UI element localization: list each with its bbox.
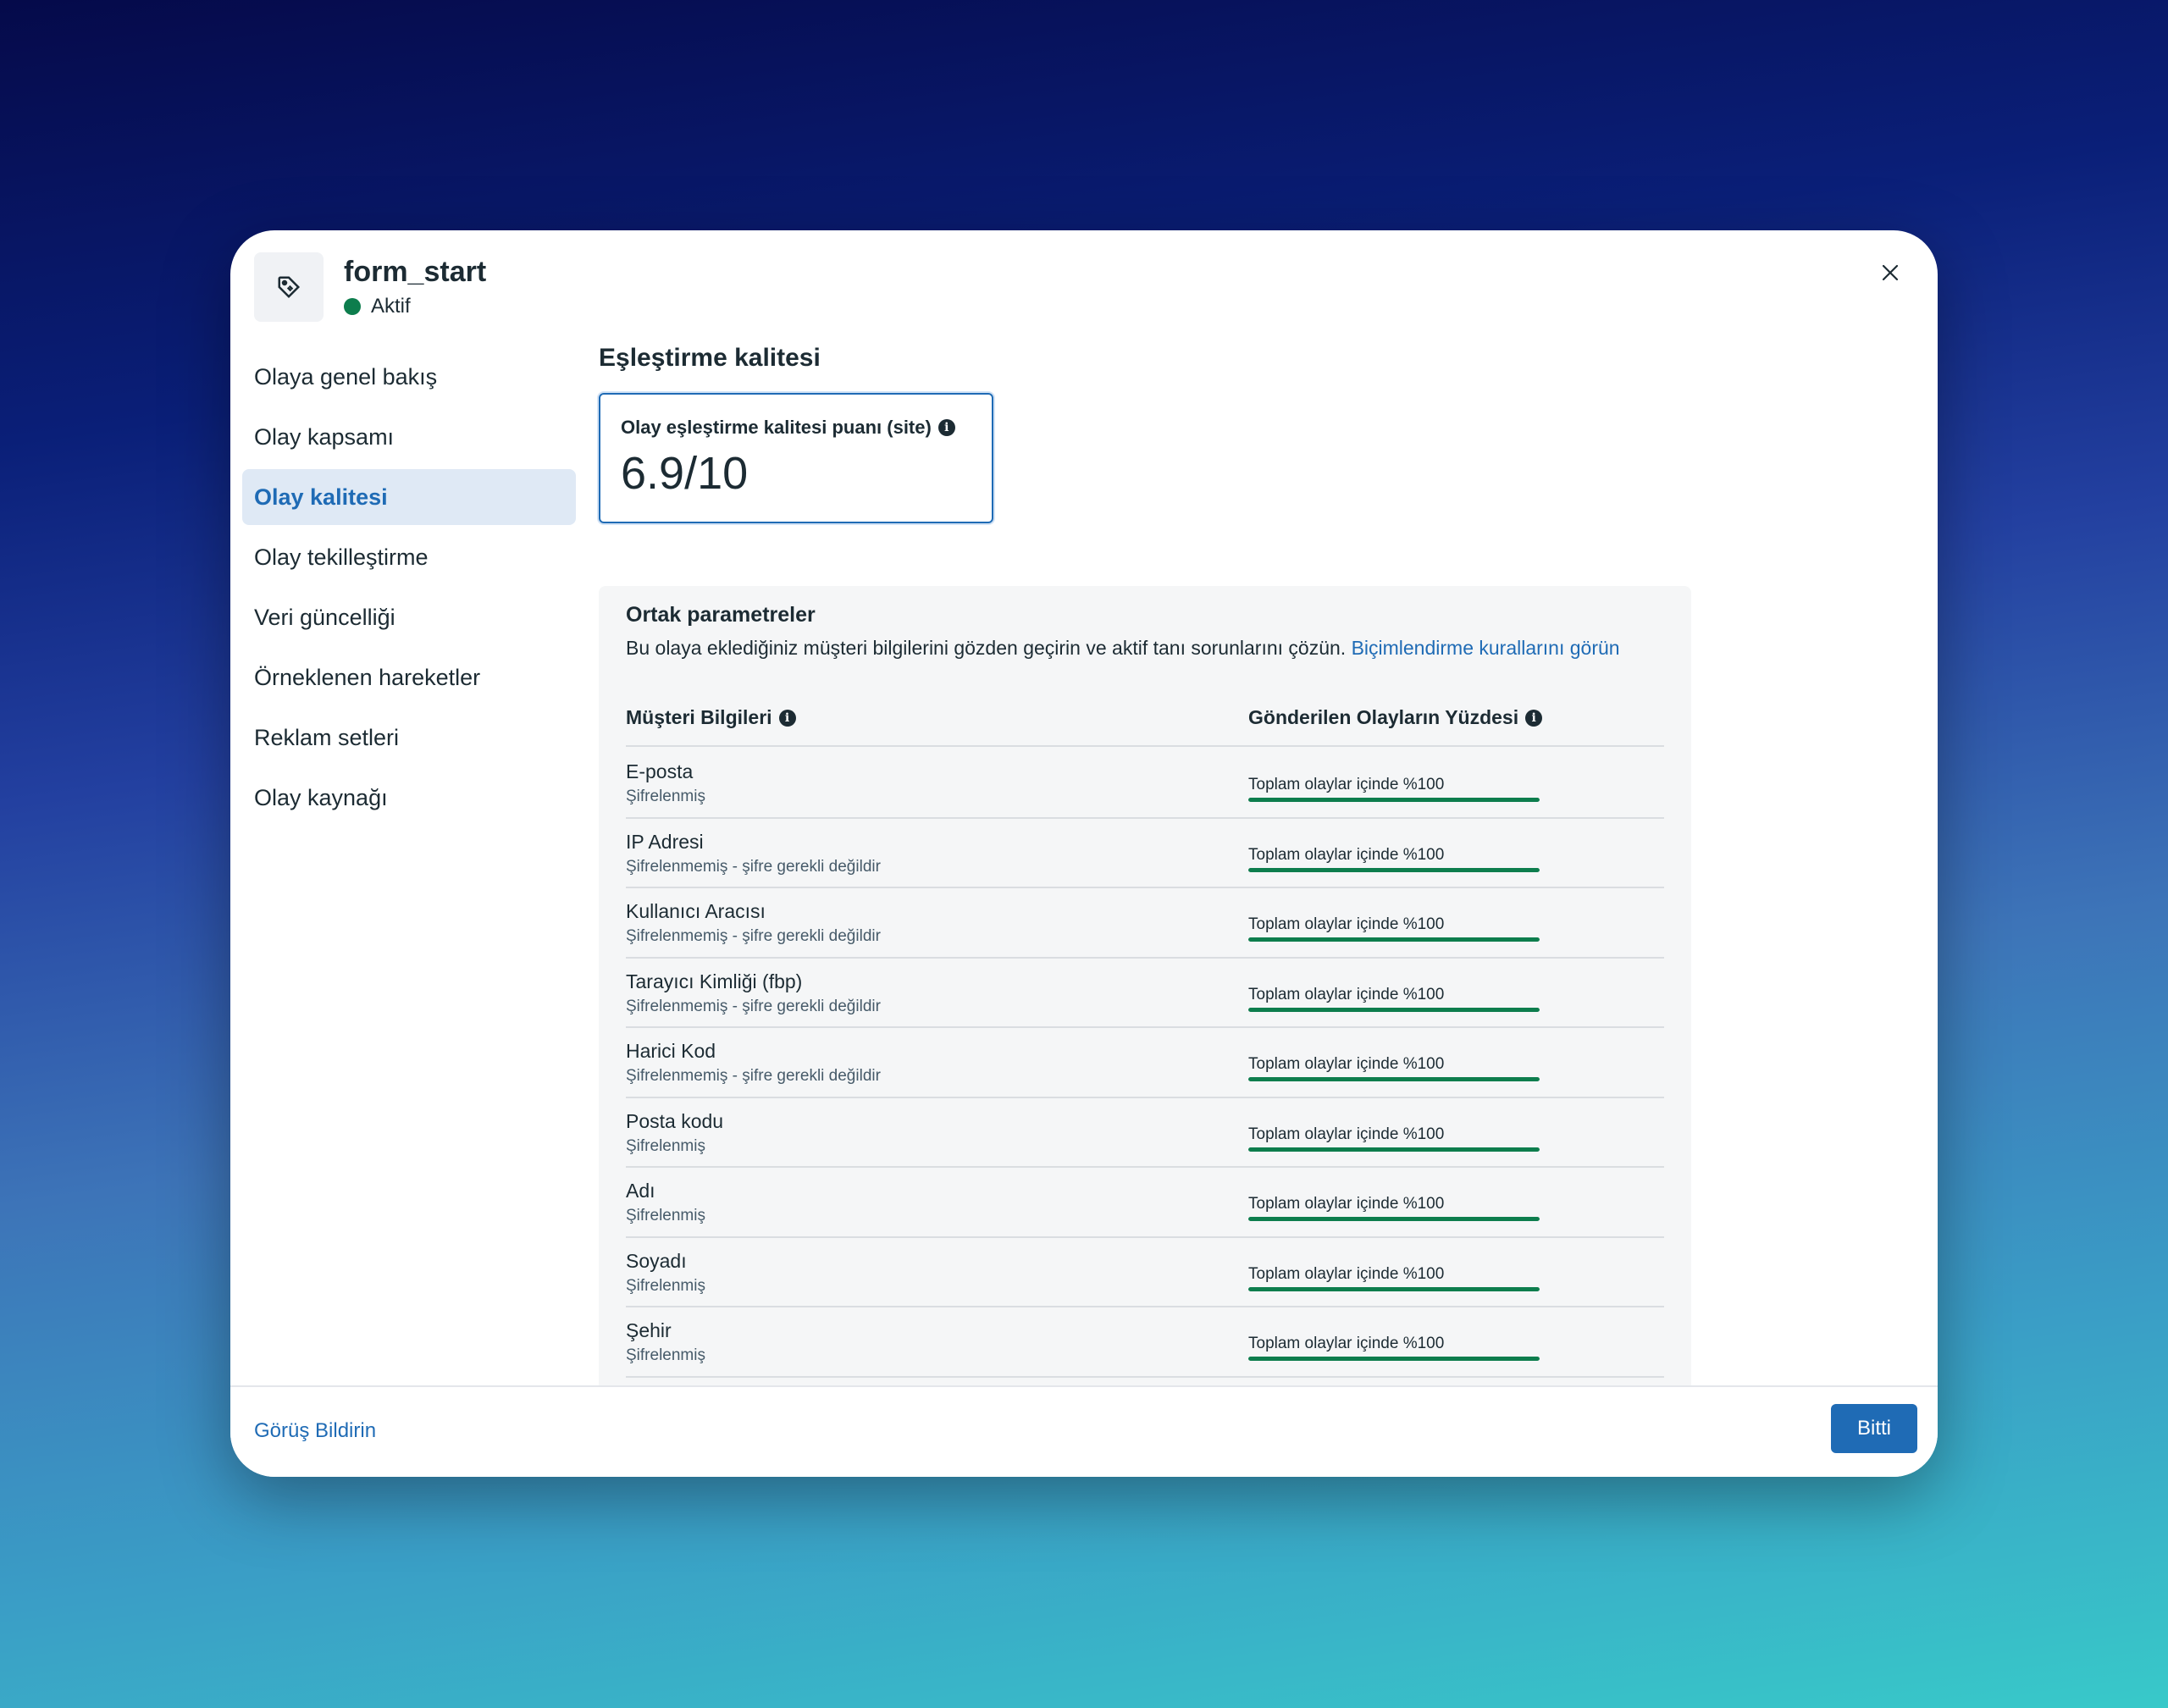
status-dot-icon <box>344 298 361 315</box>
table-row: Posta kodu Şifrelenmiş Toplam olaylar için… <box>626 1098 1664 1168</box>
sidebar-item-0[interactable]: Olaya genel bakış <box>242 349 576 405</box>
parameter-progress-bar <box>1248 867 1540 872</box>
parameter-encryption-status: Şifrelenmiş <box>626 1207 705 1224</box>
score-value: 6.9/10 <box>621 448 749 499</box>
parameter-name: IP Adresi <box>626 830 704 853</box>
parameter-name: Kullanıcı Aracısı <box>626 900 766 922</box>
table-row: Tarayıcı Kimliği (fbp) Şifrelenmemiş - şi… <box>626 959 1664 1028</box>
table-row: IP Adresi Şifrelenmemiş - şifre gerekli d… <box>626 819 1664 888</box>
parameter-encryption-status: Şifrelenmemiş - şifre gerekli değildir <box>626 857 881 876</box>
sidebar-item-2[interactable]: Olay kalitesi <box>242 469 576 525</box>
sidebar-nav: Olaya genel bakış Olay kapsamı Olay kalite… <box>242 349 576 830</box>
parameter-progress-bar <box>1248 1077 1540 1081</box>
parameter-encryption-status: Şifrelenmiş <box>626 788 705 805</box>
parameter-name: Posta kodu <box>626 1109 724 1132</box>
params-title: Ortak parametreler <box>626 603 816 627</box>
sidebar-item-3[interactable]: Olay tekilleştirme <box>242 529 576 585</box>
progress-bar-fill <box>1248 1077 1540 1081</box>
progress-bar-fill <box>1248 867 1540 872</box>
params-description: Bu olaya eklediğiniz müşteri bilgilerini… <box>626 637 1620 659</box>
table-row: Soyadı Şifrelenmiş Toplam olaylar içinde %… <box>626 1238 1664 1307</box>
parameter-name: Adı <box>626 1180 655 1202</box>
parameter-name: Tarayıcı Kimliği (fbp) <box>626 970 803 992</box>
parameter-progress-bar <box>1248 1357 1540 1361</box>
parameter-encryption-status: Şifrelenmemiş - şifre gerekli değildir <box>626 927 881 945</box>
parameter-progress-bar <box>1248 798 1540 802</box>
table-row: Harici Kod Şifrelenmemiş - şifre gerekli … <box>626 1028 1664 1098</box>
table-row: Kullanıcı Aracısı Şifrelenmemiş - şifre g… <box>626 888 1664 959</box>
formatting-rules-link[interactable]: Biçimlendirme kurallarını görün <box>1352 637 1620 659</box>
table-row: E-posta Şifrelenmiş Toplam olaylar içinde … <box>626 749 1664 819</box>
parameter-percentage-text: Toplam olaylar içinde %100 <box>1248 1055 1445 1073</box>
info-icon[interactable]: i <box>778 709 796 727</box>
progress-bar-fill <box>1248 798 1540 802</box>
parameter-percentage-text: Toplam olaylar içinde %100 <box>1248 776 1445 793</box>
parameter-percentage-text: Toplam olaylar içinde %100 <box>1248 845 1445 864</box>
table-row: Adı Şifrelenmiş Toplam olaylar içinde %100 <box>626 1168 1664 1238</box>
sidebar-item-1[interactable]: Olay kapsamı <box>242 409 576 465</box>
info-icon[interactable]: i <box>1525 709 1543 727</box>
parameter-progress-bar <box>1248 1217 1540 1221</box>
sidebar-item-6[interactable]: Reklam setleri <box>242 710 576 766</box>
sidebar-item-7[interactable]: Olay kaynağı <box>242 770 576 826</box>
sidebar-item-4[interactable]: Veri güncelliği <box>242 589 576 645</box>
event-title: form_start <box>344 256 487 288</box>
parameter-percentage-text: Toplam olaylar içinde %100 <box>1248 1195 1445 1213</box>
close-button[interactable] <box>1872 254 1909 291</box>
progress-bar-fill <box>1248 1147 1540 1152</box>
parameter-name: E-posta <box>626 760 694 782</box>
tag-icon <box>254 252 324 322</box>
parameter-encryption-status: Şifrelenmiş <box>626 1276 705 1295</box>
dialog-footer: Görüş Bildirin Bitti <box>230 1385 1938 1477</box>
table-row: Şehir Şifrelenmiş Toplam olaylar içinde %1… <box>626 1307 1664 1378</box>
parameter-percentage-text: Toplam olaylar içinde %100 <box>1248 1264 1445 1283</box>
parameter-progress-bar <box>1248 1286 1540 1291</box>
parameters-table: E-posta Şifrelenmiş Toplam olaylar içinde … <box>626 749 1664 1378</box>
progress-bar-fill <box>1248 1286 1540 1291</box>
info-icon[interactable]: i <box>937 419 955 436</box>
parameter-name: Şehir <box>626 1319 672 1341</box>
status-badge: Aktif <box>344 295 411 318</box>
progress-bar-fill <box>1248 1217 1540 1221</box>
feedback-link[interactable]: Görüş Bildirin <box>254 1419 376 1443</box>
table-header: Müşteri Bilgileri i Gönderilen Olayların… <box>626 694 1664 747</box>
progress-bar-fill <box>1248 1007 1540 1012</box>
parameter-encryption-status: Şifrelenmiş <box>626 1346 705 1364</box>
parameter-progress-bar <box>1248 937 1540 942</box>
event-details-dialog: form_start Aktif Olaya genel bakış Olay k… <box>230 230 1938 1477</box>
match-quality-score-card: Olay eşleştirme kalitesi puanı (site) i … <box>599 393 993 523</box>
parameter-encryption-status: Şifrelenmemiş - şifre gerekli değildir <box>626 1067 881 1085</box>
progress-bar-fill <box>1248 1357 1540 1361</box>
parameter-percentage-text: Toplam olaylar içinde %100 <box>1248 1125 1445 1143</box>
parameter-encryption-status: Şifrelenmiş <box>626 1136 705 1155</box>
parameter-encryption-status: Şifrelenmemiş - şifre gerekli değildir <box>626 997 881 1015</box>
sidebar-item-5[interactable]: Örneklenen hareketler <box>242 649 576 705</box>
parameter-percentage-text: Toplam olaylar içinde %100 <box>1248 915 1445 933</box>
score-label: Olay eşleştirme kalitesi puanı (site) i <box>621 417 971 439</box>
column-header-event-percentage: Gönderilen Olayların Yüzdesi i <box>1248 706 1543 729</box>
parameter-name: Soyadı <box>626 1249 687 1272</box>
parameter-progress-bar <box>1248 1007 1540 1012</box>
done-button[interactable]: Bitti <box>1831 1404 1917 1453</box>
parameter-name: Harici Kod <box>626 1040 716 1062</box>
section-title: Eşleştirme kalitesi <box>599 344 821 372</box>
parameter-percentage-text: Toplam olaylar içinde %100 <box>1248 985 1445 1003</box>
close-icon <box>1882 264 1899 281</box>
parameter-percentage-text: Toplam olaylar içinde %100 <box>1248 1335 1445 1352</box>
parameter-progress-bar <box>1248 1147 1540 1152</box>
status-label: Aktif <box>371 295 411 318</box>
progress-bar-fill <box>1248 937 1540 942</box>
common-parameters-panel: Ortak parametreler Bu olaya eklediğiniz … <box>599 586 1691 1433</box>
column-header-customer-info: Müşteri Bilgileri i <box>626 706 796 729</box>
